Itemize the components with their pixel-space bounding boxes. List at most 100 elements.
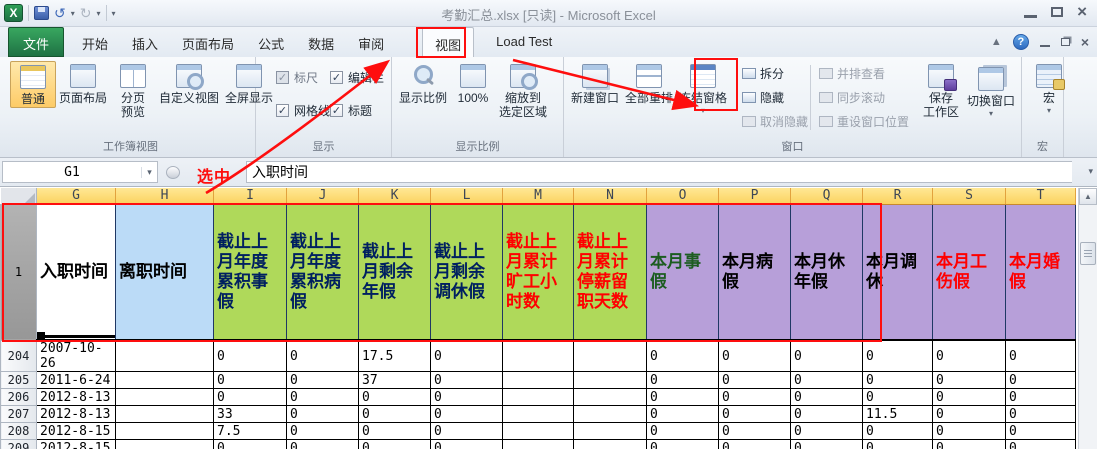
cell-P-208[interactable]: 0	[719, 423, 791, 440]
cell-Q-204[interactable]: 0	[791, 340, 863, 372]
cell-J-205[interactable]: 0	[287, 372, 359, 389]
col-header-N[interactable]: N	[574, 188, 647, 204]
tab-home[interactable]: 开始	[70, 27, 120, 57]
name-box[interactable]: G1 ▾	[2, 161, 158, 183]
row-header-206[interactable]: 206	[1, 389, 37, 406]
minimize-icon[interactable]	[1024, 15, 1037, 18]
workbook-minimize-icon[interactable]	[1040, 45, 1050, 47]
col-header-S[interactable]: S	[933, 188, 1006, 204]
cell-M-207[interactable]	[503, 406, 574, 423]
cell-R-209[interactable]: 0	[863, 440, 933, 449]
hide-button[interactable]: 隐藏	[742, 89, 808, 106]
cell-I-204[interactable]: 0	[214, 340, 287, 372]
gridlines-checkbox-icon[interactable]: ✓	[276, 104, 289, 117]
col-header-T[interactable]: T	[1006, 188, 1076, 204]
cell-S-204[interactable]: 0	[933, 340, 1006, 372]
save-icon[interactable]	[34, 6, 49, 20]
tab-review[interactable]: 审阅	[346, 27, 396, 57]
custom-views-button[interactable]: 自定义视图	[156, 61, 222, 106]
expand-formula-bar-icon[interactable]: ▾	[1088, 166, 1093, 177]
workbook-restore-icon[interactable]	[1061, 38, 1070, 46]
name-box-dropdown-icon[interactable]: ▾	[141, 167, 157, 178]
cell-S-209[interactable]: 0	[933, 440, 1006, 449]
cell-M-209[interactable]	[503, 440, 574, 449]
scroll-up-icon[interactable]: ▲	[1079, 188, 1097, 205]
cell-L-206[interactable]: 0	[431, 389, 503, 406]
col-header-J[interactable]: J	[287, 188, 359, 204]
cell-S-207[interactable]: 0	[933, 406, 1006, 423]
zoom-button[interactable]: 显示比例	[396, 61, 450, 106]
cell-S-205[interactable]: 0	[933, 372, 1006, 389]
cell-K-208[interactable]: 0	[359, 423, 431, 440]
ruler-checkbox[interactable]: ✓标尺	[276, 69, 330, 86]
fx-collapsed-icon[interactable]	[166, 166, 180, 179]
cell-M-205[interactable]	[503, 372, 574, 389]
undo-icon[interactable]: ↺	[54, 6, 66, 20]
cell-S-208[interactable]: 0	[933, 423, 1006, 440]
restore-icon[interactable]	[1051, 7, 1063, 17]
cell-I-205[interactable]: 0	[214, 372, 287, 389]
row-header-205[interactable]: 205	[1, 372, 37, 389]
cell-K-206[interactable]: 0	[359, 389, 431, 406]
col-header-O[interactable]: O	[647, 188, 719, 204]
cell-I-206[interactable]: 0	[214, 389, 287, 406]
cell-N-207[interactable]	[574, 406, 647, 423]
cell-J-207[interactable]: 0	[287, 406, 359, 423]
page-layout-view-button[interactable]: 页面布局	[56, 61, 110, 106]
row-header-208[interactable]: 208	[1, 423, 37, 440]
cell-N-208[interactable]	[574, 423, 647, 440]
cell-G-205[interactable]: 2011-6-24	[37, 372, 116, 389]
cell-T-206[interactable]: 0	[1006, 389, 1076, 406]
col-header-P[interactable]: P	[719, 188, 791, 204]
cell-S-1[interactable]: 本月工伤假	[933, 204, 1006, 340]
cell-K-205[interactable]: 37	[359, 372, 431, 389]
cell-R-208[interactable]: 0	[863, 423, 933, 440]
cell-H-209[interactable]	[116, 440, 214, 449]
cell-P-207[interactable]: 0	[719, 406, 791, 423]
split-button[interactable]: 拆分	[742, 65, 808, 82]
cell-R-206[interactable]: 0	[863, 389, 933, 406]
cell-O-206[interactable]: 0	[647, 389, 719, 406]
cell-O-209[interactable]: 0	[647, 440, 719, 449]
row-header-209[interactable]: 209	[1, 440, 37, 449]
col-header-H[interactable]: H	[116, 188, 214, 204]
cell-J-208[interactable]: 0	[287, 423, 359, 440]
cell-G-206[interactable]: 2012-8-13	[37, 389, 116, 406]
cell-I-208[interactable]: 7.5	[214, 423, 287, 440]
macros-dropdown-icon[interactable]: ▾	[1047, 106, 1051, 115]
zoom-to-selection-button[interactable]: 缩放到选定区域	[496, 61, 550, 120]
select-all-corner[interactable]	[1, 188, 37, 204]
unhide-button[interactable]: 取消隐藏	[742, 113, 808, 130]
normal-view-button[interactable]: 普通	[10, 61, 56, 108]
help-icon[interactable]: ?	[1013, 34, 1029, 50]
cell-J-209[interactable]: 0	[287, 440, 359, 449]
view-side-by-side-button[interactable]: 并排查看	[819, 65, 909, 82]
cell-J-204[interactable]: 0	[287, 340, 359, 372]
cell-K-209[interactable]: 0	[359, 440, 431, 449]
tab-data[interactable]: 数据	[296, 27, 346, 57]
formula-input[interactable]: 入职时间	[246, 161, 1072, 183]
cell-T-209[interactable]: 0	[1006, 440, 1076, 449]
cell-H-208[interactable]	[116, 423, 214, 440]
col-header-Q[interactable]: Q	[791, 188, 863, 204]
col-header-G[interactable]: G	[37, 188, 116, 204]
cell-M-208[interactable]	[503, 423, 574, 440]
cell-I-207[interactable]: 33	[214, 406, 287, 423]
cell-H-205[interactable]	[116, 372, 214, 389]
headings-checkbox-icon[interactable]: ✓	[330, 104, 343, 117]
cell-N-205[interactable]	[574, 372, 647, 389]
col-header-L[interactable]: L	[431, 188, 503, 204]
cell-H-206[interactable]	[116, 389, 214, 406]
cell-G-207[interactable]: 2012-8-13	[37, 406, 116, 423]
row-header-207[interactable]: 207	[1, 406, 37, 423]
cell-I-209[interactable]: 0	[214, 440, 287, 449]
cell-O-207[interactable]: 0	[647, 406, 719, 423]
cell-O-205[interactable]: 0	[647, 372, 719, 389]
cell-Q-205[interactable]: 0	[791, 372, 863, 389]
cell-M-204[interactable]	[503, 340, 574, 372]
tab-page-layout[interactable]: 页面布局	[170, 27, 246, 57]
cell-T-207[interactable]: 0	[1006, 406, 1076, 423]
cell-P-209[interactable]: 0	[719, 440, 791, 449]
save-workspace-button[interactable]: 保存工作区	[918, 61, 964, 120]
row-header-204[interactable]: 204	[1, 340, 37, 372]
